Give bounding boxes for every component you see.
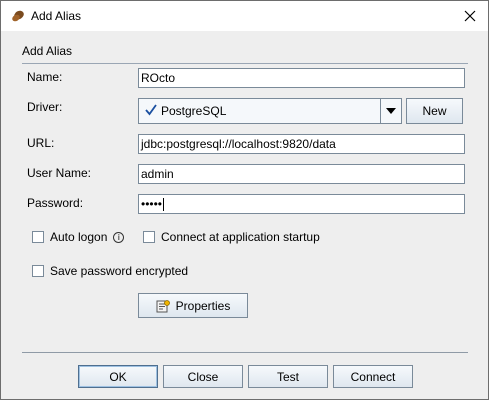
auto-logon-checkbox[interactable]: Auto logon i <box>32 230 125 244</box>
close-window-button[interactable] <box>452 1 488 31</box>
info-icon: i <box>113 231 125 243</box>
test-button[interactable]: Test <box>248 365 328 388</box>
connect-startup-box[interactable] <box>143 231 155 243</box>
password-mask: ••••• <box>141 197 163 211</box>
coffee-bean-icon <box>11 9 25 23</box>
group-divider <box>22 63 468 64</box>
driver-label: Driver: <box>27 100 63 114</box>
text-caret <box>163 198 165 212</box>
connect-startup-label: Connect at application startup <box>161 230 320 244</box>
connect-startup-checkbox[interactable]: Connect at application startup <box>143 230 320 244</box>
name-label: Name: <box>27 70 63 84</box>
password-field[interactable]: ••••• <box>138 194 465 214</box>
save-password-checkbox[interactable]: Save password encrypted <box>32 264 188 278</box>
checkmark-icon <box>145 104 157 118</box>
title-bar: Add Alias <box>1 1 488 31</box>
auto-logon-box[interactable] <box>32 231 44 243</box>
properties-button[interactable]: Properties <box>138 293 248 318</box>
close-icon <box>464 10 476 22</box>
driver-value: PostgreSQL <box>161 104 227 118</box>
group-title: Add Alias <box>22 44 73 58</box>
save-password-label: Save password encrypted <box>50 264 189 278</box>
properties-label: Properties <box>175 298 231 313</box>
user-name-label: User Name: <box>27 166 92 180</box>
close-button[interactable]: Close <box>163 365 243 388</box>
save-password-box[interactable] <box>32 265 44 277</box>
ok-button[interactable]: OK <box>78 365 158 388</box>
url-label: URL: <box>27 136 55 150</box>
driver-select[interactable]: PostgreSQL <box>138 98 402 124</box>
connect-button[interactable]: Connect <box>333 365 413 388</box>
user-name-field[interactable]: admin <box>138 164 465 184</box>
add-alias-dialog: Add Alias Add Alias Name: ROcto Driver: … <box>0 0 489 400</box>
auto-logon-label: Auto logon <box>50 230 108 244</box>
button-bar-divider <box>22 352 468 353</box>
name-field[interactable]: ROcto <box>138 68 465 88</box>
properties-icon <box>156 299 170 313</box>
password-label: Password: <box>27 196 84 210</box>
window-title: Add Alias <box>31 9 82 23</box>
new-driver-button[interactable]: New <box>406 98 463 124</box>
url-field[interactable]: jdbc:postgresql://localhost:9820/data <box>138 134 465 154</box>
chevron-down-icon[interactable] <box>380 99 401 123</box>
